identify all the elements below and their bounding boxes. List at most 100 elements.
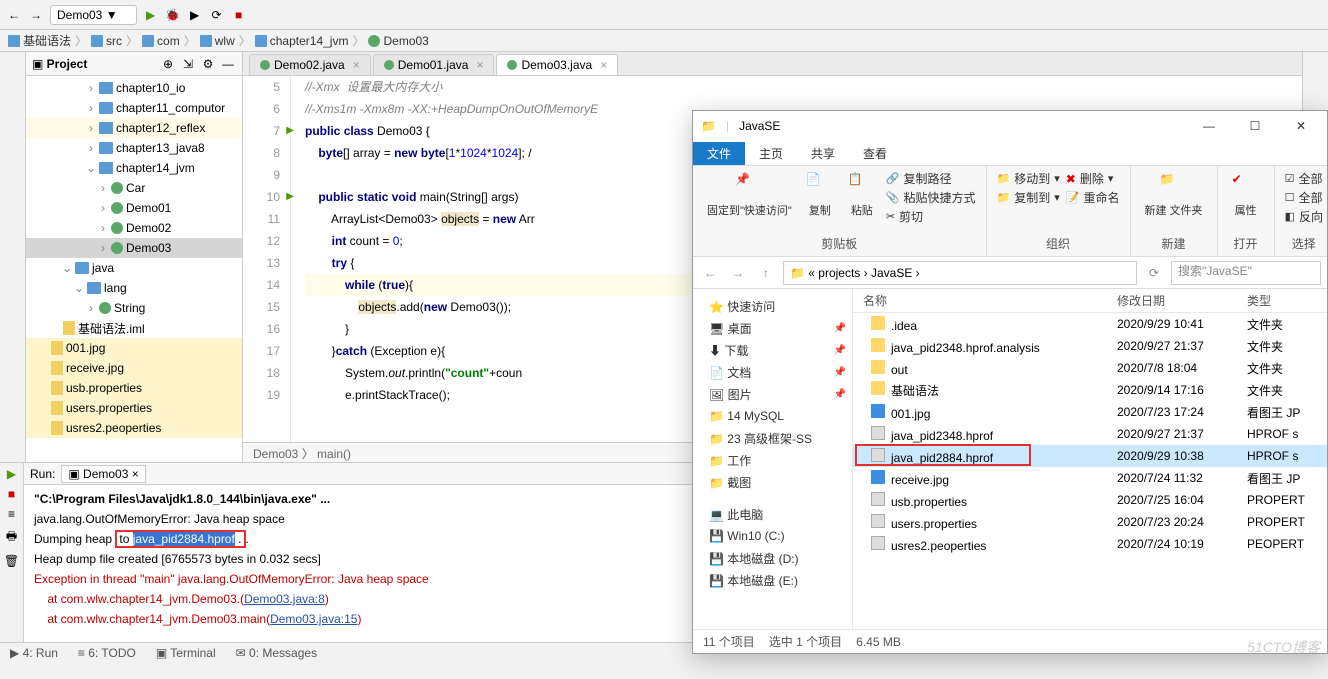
close-icon[interactable]: ✕ bbox=[1283, 119, 1319, 133]
nav-item[interactable]: 📁 工作 bbox=[699, 449, 846, 471]
nav-item[interactable]: 📁 23 高级框架-SS bbox=[699, 427, 846, 449]
invert-selection-button[interactable]: ◧ 反向 bbox=[1285, 208, 1323, 225]
editor-tab[interactable]: Demo02.java × bbox=[249, 54, 371, 75]
tree-node[interactable]: ⌄chapter14_jvm bbox=[26, 158, 242, 178]
nav-back-icon[interactable]: ← bbox=[699, 262, 721, 284]
breadcrumb-item[interactable]: 基础语法 bbox=[8, 32, 71, 49]
new-folder-button[interactable]: 📁新建 文件夹 bbox=[1141, 170, 1207, 220]
status-item[interactable]: ≡ 6: TODO bbox=[78, 646, 136, 660]
tree-node[interactable]: ›Demo02 bbox=[26, 218, 242, 238]
copy-path-button[interactable]: 🔗 复制路径 bbox=[886, 170, 976, 187]
status-item[interactable]: ✉ 0: Messages bbox=[236, 646, 317, 660]
tree-node[interactable]: ›chapter12_reflex bbox=[26, 118, 242, 138]
tree-node[interactable]: ⌄java bbox=[26, 258, 242, 278]
paste-button[interactable]: 📋粘贴 bbox=[844, 170, 880, 225]
file-row[interactable]: java_pid2884.hprof2020/9/29 10:38HPROF s bbox=[853, 445, 1327, 467]
nav-item[interactable]: 🖥 桌面📌 bbox=[699, 317, 846, 339]
nav-item[interactable]: 📄 文档📌 bbox=[699, 361, 846, 383]
tree-node[interactable]: ›String bbox=[26, 298, 242, 318]
status-item[interactable]: ▣ Terminal bbox=[156, 646, 216, 660]
minimize-icon[interactable]: — bbox=[1191, 119, 1227, 133]
back-icon[interactable]: ← bbox=[6, 7, 22, 23]
copy-button[interactable]: 📄复制 bbox=[802, 170, 838, 225]
nav-fwd-icon[interactable]: → bbox=[727, 262, 749, 284]
tree-node[interactable]: ›Car bbox=[26, 178, 242, 198]
file-row[interactable]: out2020/7/8 18:04文件夹 bbox=[853, 357, 1327, 379]
stop-icon[interactable]: ■ bbox=[8, 487, 15, 501]
nav-item[interactable] bbox=[699, 493, 846, 503]
tree-node[interactable]: users.properties bbox=[26, 398, 242, 418]
file-row[interactable]: java_pid2348.hprof2020/9/27 21:37HPROF s bbox=[853, 423, 1327, 445]
target-icon[interactable]: ⊕ bbox=[160, 56, 176, 72]
hide-icon[interactable]: — bbox=[220, 56, 236, 72]
col-name[interactable]: 名称 bbox=[853, 292, 1117, 309]
tree-node[interactable]: ›chapter10_io bbox=[26, 78, 242, 98]
tree-node[interactable]: usres2.peoperties bbox=[26, 418, 242, 438]
breadcrumb-item[interactable]: chapter14_jvm bbox=[255, 34, 349, 48]
file-row[interactable]: receive.jpg2020/7/24 11:32看图王 JP bbox=[853, 467, 1327, 489]
nav-item[interactable]: 🖼 图片📌 bbox=[699, 383, 846, 405]
forward-icon[interactable]: → bbox=[28, 7, 44, 23]
ribbon-tab[interactable]: 共享 bbox=[797, 142, 849, 165]
file-row[interactable]: java_pid2348.hprof.analysis2020/9/27 21:… bbox=[853, 335, 1327, 357]
editor-tab[interactable]: Demo03.java × bbox=[496, 54, 618, 75]
coverage-icon[interactable]: ▶ bbox=[187, 7, 203, 23]
breadcrumb-item[interactable]: wlw bbox=[200, 34, 235, 48]
select-none-button[interactable]: ☐ 全部 bbox=[1285, 189, 1323, 206]
nav-item[interactable]: ⭐ 快速访问 bbox=[699, 295, 846, 317]
tree-node[interactable]: receive.jpg bbox=[26, 358, 242, 378]
maximize-icon[interactable]: ☐ bbox=[1237, 119, 1273, 133]
file-row[interactable]: usres2.peoperties2020/7/24 10:19PEOPERT bbox=[853, 533, 1327, 555]
run-config-dropdown[interactable]: Demo03 ▼ bbox=[50, 5, 137, 25]
file-row[interactable]: .idea2020/9/29 10:41文件夹 bbox=[853, 313, 1327, 335]
refresh-icon[interactable]: ⟳ bbox=[1143, 262, 1165, 284]
tree-node[interactable]: ›chapter11_computor bbox=[26, 98, 242, 118]
nav-item[interactable]: 💻 此电脑 bbox=[699, 503, 846, 525]
stop-icon[interactable]: ■ bbox=[231, 7, 247, 23]
search-input[interactable]: 搜索"JavaSE" bbox=[1171, 261, 1321, 285]
address-bar[interactable]: 📁 « projects › JavaSE › bbox=[783, 261, 1137, 285]
move-to-button[interactable]: 📁 移动到 ▾ bbox=[997, 170, 1060, 187]
nav-item[interactable]: 💾 Win10 (C:) bbox=[699, 525, 846, 547]
select-all-button[interactable]: ☑ 全部 bbox=[1285, 170, 1323, 187]
breadcrumb-item[interactable]: Demo03 bbox=[368, 34, 428, 48]
nav-item[interactable]: 💾 本地磁盘 (D:) bbox=[699, 547, 846, 569]
properties-button[interactable]: ✔属性 bbox=[1228, 170, 1264, 220]
collapse-icon[interactable]: ⇲ bbox=[180, 56, 196, 72]
nav-item[interactable]: 📁 14 MySQL bbox=[699, 405, 846, 427]
delete-button[interactable]: ✖ 删除 ▾ bbox=[1066, 170, 1120, 187]
tree-node[interactable]: ›chapter13_java8 bbox=[26, 138, 242, 158]
run-icon[interactable]: ▶ bbox=[143, 7, 159, 23]
pin-button[interactable]: 📌固定到"快速访问" bbox=[703, 170, 796, 225]
layout-icon[interactable]: ≡ bbox=[8, 507, 15, 521]
col-date[interactable]: 修改日期 bbox=[1117, 292, 1247, 309]
file-row[interactable]: 基础语法2020/9/14 17:16文件夹 bbox=[853, 379, 1327, 401]
tree-node[interactable]: usb.properties bbox=[26, 378, 242, 398]
paste-shortcut-button[interactable]: 📎 粘贴快捷方式 bbox=[886, 189, 976, 206]
ribbon-tab[interactable]: 查看 bbox=[849, 142, 901, 165]
ribbon-tab[interactable]: 文件 bbox=[693, 142, 745, 165]
run-config-tab[interactable]: ▣ Demo03 × bbox=[61, 465, 145, 483]
profile-icon[interactable]: ⟳ bbox=[209, 7, 225, 23]
nav-item[interactable]: 📁 截图 bbox=[699, 471, 846, 493]
file-row[interactable]: usb.properties2020/7/25 16:04PROPERT bbox=[853, 489, 1327, 511]
editor-tab[interactable]: Demo01.java × bbox=[373, 54, 495, 75]
copy-to-button[interactable]: 📁 复制到 ▾ bbox=[997, 189, 1060, 206]
rename-button[interactable]: 📝 重命名 bbox=[1066, 189, 1120, 206]
tree-node[interactable]: ⌄lang bbox=[26, 278, 242, 298]
debug-icon[interactable]: 🐞 bbox=[165, 7, 181, 23]
tree-node[interactable]: 001.jpg bbox=[26, 338, 242, 358]
trash-icon[interactable]: 🗑 bbox=[4, 554, 19, 568]
tree-node[interactable]: 基础语法.iml bbox=[26, 318, 242, 338]
breadcrumb-item[interactable]: com bbox=[142, 34, 180, 48]
nav-item[interactable]: ⬇ 下载📌 bbox=[699, 339, 846, 361]
nav-up-icon[interactable]: ↑ bbox=[755, 262, 777, 284]
rerun-icon[interactable]: ▶ bbox=[7, 467, 16, 481]
gear-icon[interactable]: ⚙ bbox=[200, 56, 216, 72]
tree-node[interactable]: ›Demo03 bbox=[26, 238, 242, 258]
nav-item[interactable]: 💾 本地磁盘 (E:) bbox=[699, 569, 846, 591]
cut-button[interactable]: ✂ 剪切 bbox=[886, 208, 976, 225]
col-type[interactable]: 类型 bbox=[1247, 292, 1327, 309]
breadcrumb-item[interactable]: src bbox=[91, 34, 122, 48]
file-row[interactable]: 001.jpg2020/7/23 17:24看图王 JP bbox=[853, 401, 1327, 423]
